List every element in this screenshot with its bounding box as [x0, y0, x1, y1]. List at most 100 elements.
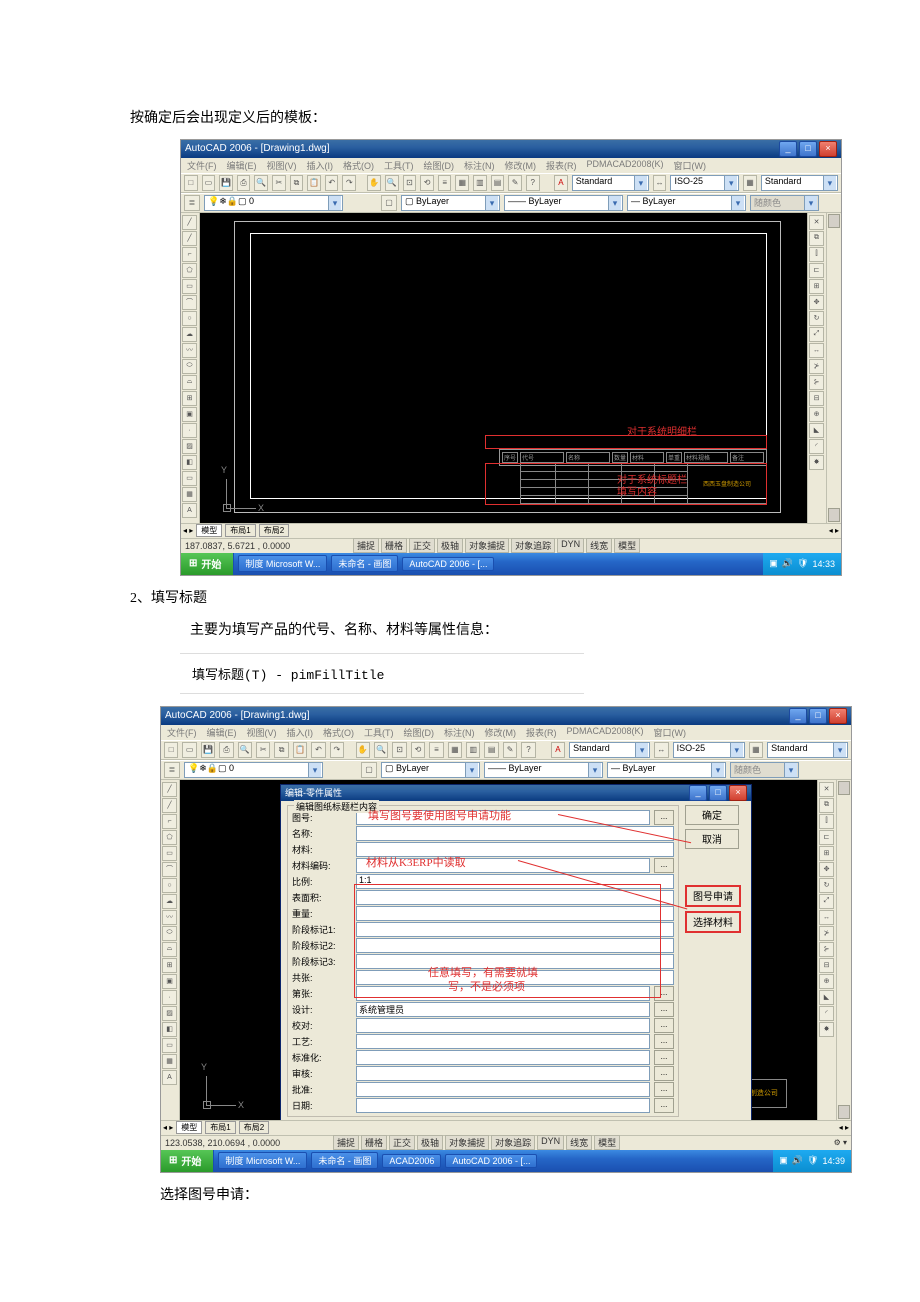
- menu-item[interactable]: 标注(N): [464, 159, 495, 172]
- array-icon[interactable]: ⊞: [819, 846, 834, 861]
- taskbar-item[interactable]: AutoCAD 2006 - [...: [402, 557, 494, 571]
- rotate-icon[interactable]: ↻: [819, 878, 834, 893]
- mtext-icon[interactable]: A: [182, 503, 197, 518]
- system-tray[interactable]: ▣ 🔊 🛡 14:33: [763, 553, 841, 575]
- paste-icon[interactable]: 📋: [307, 175, 321, 191]
- point-icon[interactable]: ·: [162, 990, 177, 1005]
- properties-icon[interactable]: ≡: [429, 742, 443, 758]
- tab-model[interactable]: 模型: [196, 524, 222, 537]
- undo-icon[interactable]: ↶: [311, 742, 325, 758]
- field-input[interactable]: [356, 1050, 650, 1065]
- toggle-dyn[interactable]: DYN: [537, 1135, 564, 1150]
- menu-item[interactable]: 文件(F): [167, 726, 197, 739]
- undo-icon[interactable]: ↶: [325, 175, 339, 191]
- taskbar-item[interactable]: 未命名 - 画图: [331, 555, 398, 572]
- browse-button[interactable]: ...: [654, 1034, 674, 1049]
- hatch-icon[interactable]: ▨: [162, 1006, 177, 1021]
- tray-icon[interactable]: 🔊: [782, 558, 793, 569]
- fillet-icon[interactable]: ◜: [819, 1006, 834, 1021]
- minimize-button[interactable]: _: [789, 708, 807, 724]
- move-icon[interactable]: ✥: [819, 862, 834, 877]
- help-icon[interactable]: ?: [521, 742, 535, 758]
- linetype-combo[interactable]: —— ByLayer: [484, 762, 603, 778]
- taskbar-item[interactable]: 未命名 - 画图: [311, 1152, 378, 1169]
- browse-button[interactable]: ...: [654, 1098, 674, 1113]
- select-material-button[interactable]: 选择材料: [685, 911, 741, 933]
- explode-icon[interactable]: ✸: [819, 1022, 834, 1037]
- fillet-icon[interactable]: ◜: [809, 439, 824, 454]
- dimstyle-combo[interactable]: ISO-25: [670, 175, 739, 191]
- menu-item[interactable]: 工具(T): [384, 159, 414, 172]
- line-icon[interactable]: ╱: [162, 782, 177, 797]
- stretch-icon[interactable]: ↔: [809, 343, 824, 358]
- menu-item[interactable]: 插入(I): [307, 159, 334, 172]
- hatch-icon[interactable]: ▨: [182, 439, 197, 454]
- new-icon[interactable]: □: [184, 175, 198, 191]
- browse-button[interactable]: ...: [654, 1018, 674, 1033]
- tab-layout1[interactable]: 布局1: [205, 1121, 235, 1134]
- field-input[interactable]: [356, 1098, 650, 1113]
- layer-combo[interactable]: 💡❄🔒▢ 0: [184, 762, 323, 778]
- ellipse-icon[interactable]: ⬭: [162, 926, 177, 941]
- pan-icon[interactable]: ✋: [367, 175, 381, 191]
- menu-item[interactable]: 文件(F): [187, 159, 217, 172]
- chamfer-icon[interactable]: ◣: [809, 423, 824, 438]
- dialog-maximize[interactable]: □: [709, 785, 727, 801]
- linetype-combo[interactable]: —— ByLayer: [504, 195, 623, 211]
- tray-icon[interactable]: 🛡: [797, 558, 808, 569]
- table-icon[interactable]: ▦: [162, 1054, 177, 1069]
- ellipse-arc-icon[interactable]: ⌓: [162, 942, 177, 957]
- sheetset-icon[interactable]: ▤: [491, 175, 505, 191]
- browse-button[interactable]: ...: [654, 1082, 674, 1097]
- layer-combo[interactable]: 💡❄🔒▢ 0: [204, 195, 343, 211]
- minimize-button[interactable]: _: [779, 141, 797, 157]
- tray-icon[interactable]: ▣: [779, 1155, 788, 1166]
- drawing-canvas[interactable]: 对于系统明细栏 序号 代号 名称 数量 材料 单重 材料规格 备注: [200, 213, 807, 523]
- browse-button[interactable]: ...: [654, 810, 674, 825]
- pline-icon[interactable]: ⌐: [162, 814, 177, 829]
- dimstyle-combo[interactable]: ISO-25: [673, 742, 745, 758]
- toggle-grid[interactable]: 栅格: [381, 538, 407, 553]
- menu-item[interactable]: 修改(M): [485, 726, 517, 739]
- redo-icon[interactable]: ↷: [330, 742, 344, 758]
- menu-item[interactable]: 编辑(E): [227, 159, 257, 172]
- dimstyle-icon[interactable]: ↔: [654, 742, 668, 758]
- rotate-icon[interactable]: ↻: [809, 311, 824, 326]
- toggle-snap[interactable]: 捕捉: [353, 538, 379, 553]
- copy-obj-icon[interactable]: ⧉: [819, 798, 834, 813]
- mirror-icon[interactable]: ⫿: [809, 247, 824, 262]
- dimstyle-icon[interactable]: ↔: [653, 175, 667, 191]
- polygon-icon[interactable]: ⬠: [182, 263, 197, 278]
- mtext-icon[interactable]: A: [162, 1070, 177, 1085]
- tab-layout2[interactable]: 布局2: [239, 1121, 269, 1134]
- arc-icon[interactable]: ⌒: [182, 295, 197, 310]
- trim-icon[interactable]: ⊁: [809, 359, 824, 374]
- cut-icon[interactable]: ✂: [256, 742, 270, 758]
- break-icon[interactable]: ⊟: [809, 391, 824, 406]
- tablestyle-icon[interactable]: ▦: [749, 742, 763, 758]
- textstyle-combo[interactable]: Standard: [572, 175, 649, 191]
- menu-item[interactable]: 插入(I): [287, 726, 314, 739]
- menu-item[interactable]: 绘图(D): [424, 159, 455, 172]
- menu-item[interactable]: 修改(M): [505, 159, 537, 172]
- open-icon[interactable]: ▭: [182, 742, 196, 758]
- markup-icon[interactable]: ✎: [503, 742, 517, 758]
- field-input[interactable]: [356, 1066, 650, 1081]
- toggle-dyn[interactable]: DYN: [557, 538, 584, 553]
- copy-obj-icon[interactable]: ⧉: [809, 231, 824, 246]
- menu-item[interactable]: PDMACAD2008(K): [567, 726, 644, 739]
- region-icon[interactable]: ▭: [162, 1038, 177, 1053]
- erase-icon[interactable]: ✕: [819, 782, 834, 797]
- color-combo[interactable]: ▢ ByLayer: [381, 762, 480, 778]
- pan-icon[interactable]: ✋: [356, 742, 370, 758]
- dialog-titlebar[interactable]: 编辑-零件属性 _ □ ×: [281, 785, 751, 801]
- ellipse-icon[interactable]: ⬭: [182, 359, 197, 374]
- browse-button[interactable]: ...: [654, 1002, 674, 1017]
- paste-icon[interactable]: 📋: [293, 742, 307, 758]
- array-icon[interactable]: ⊞: [809, 279, 824, 294]
- close-button[interactable]: ×: [819, 141, 837, 157]
- toggle-model[interactable]: 模型: [594, 1135, 620, 1150]
- region-icon[interactable]: ▭: [182, 471, 197, 486]
- menu-item[interactable]: 工具(T): [364, 726, 394, 739]
- print-icon[interactable]: ⎙: [237, 175, 251, 191]
